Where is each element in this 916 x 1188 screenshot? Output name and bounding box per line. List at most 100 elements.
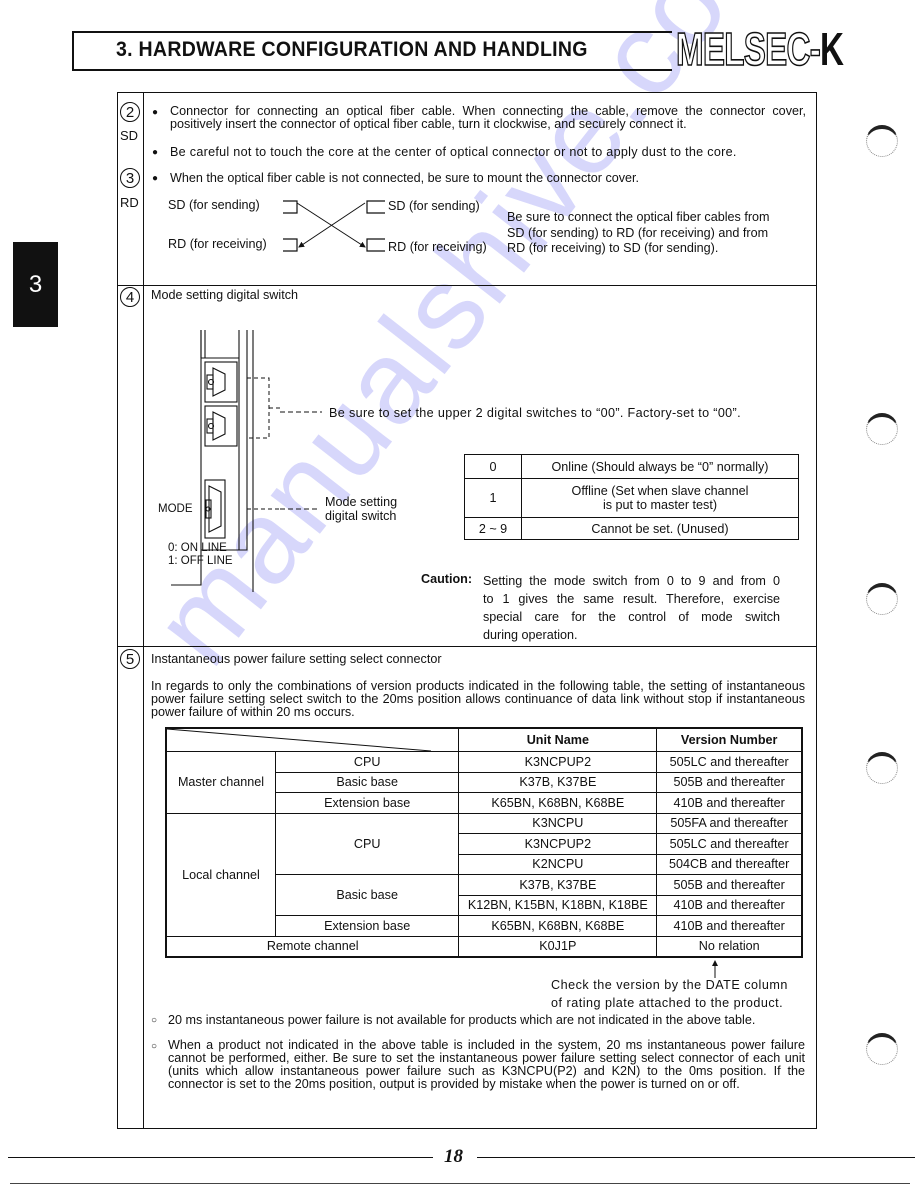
switch-upper-1-icon [204,361,238,403]
connection-note-line: Be sure to connect the optical fiber cab… [507,210,770,224]
table-row: Remote channel K0J1P No relation [165,935,803,958]
bullet-connector-cover: When the optical fiber cable is not conn… [152,171,639,186]
page-bottom-rule [10,1183,910,1184]
version-cell: 505LC and thereafter [656,751,803,773]
switch-upper-2-icon [204,405,238,447]
header-diagonal-cell [165,727,460,752]
group-master: Master channel [165,751,276,814]
unit-cell: K37B, K37BE [458,771,658,793]
unit-cell: K3NCPU [458,812,658,834]
section-number: 5 [120,649,140,669]
version-cell: 504CB and thereafter [656,853,803,875]
unit-cell: K65BN, K68BN, K68BE [458,792,658,814]
mode-value: 0 [464,454,522,479]
mode-desc: Online (Should always be “0” normally) [521,454,799,479]
caution-line: Setting the mode switch from 0 to 9 and … [483,574,780,588]
category-cell: CPU [274,751,460,773]
right-sd-connector-icon [366,200,385,214]
category-cell: Basic base [274,874,460,916]
header-version-number: Version Number [656,727,803,752]
up-arrow-icon [712,960,718,978]
caution-line: during operation. [483,628,578,642]
page-title: 3. HARDWARE CONFIGURATION AND HANDLING [116,38,588,61]
mode-table: 0 Online (Should always be “0” normally)… [464,454,799,540]
version-cell: 410B and thereafter [656,915,803,937]
mode-switch-label-line: digital switch [325,509,397,523]
connection-note-line: SD (for sending) to RD (for receiving) a… [507,225,769,240]
table-row: Master channel CPU K3NCPUP2 505LC and th… [165,751,803,814]
header-unit-name: Unit Name [458,727,658,752]
mode-legend: 0: ON LINE 1: OFF LINE [168,542,233,567]
version-cell: 410B and thereafter [656,894,803,916]
note-product-not-indicated: When a product not indicated in the abov… [151,1039,805,1091]
binder-hole-icon [866,413,898,445]
section-divider [117,285,817,286]
unit-cell: K65BN, K68BN, K68BE [458,915,658,937]
section-intro: In regards to only the combinations of v… [151,679,805,719]
chapter-tab: 3 [13,242,58,327]
section-tag-sd: SD [120,128,139,143]
bullet-connector: Connector for connecting an optical fibe… [152,105,806,131]
group-remote: Remote channel [165,935,460,958]
mode-desc: Offline (Set when slave channel is put t… [521,478,799,518]
mode-legend-offline: 1: OFF LINE [168,554,233,567]
mode-legend-online: 0: ON LINE [168,542,227,554]
footer-rule-right [477,1157,915,1158]
mode-switch-label-line: Mode setting [325,495,398,509]
table-row: 2 ~ 9 Cannot be set. (Unused) [464,517,799,540]
mode-desc-line: is put to master test) [602,498,718,512]
binder-hole-icon [866,125,898,157]
table-row: Local channel CPU K3NCPU 505FA and there… [165,812,803,937]
section-number: 2 [120,102,140,122]
section-divider [117,646,817,647]
unit-cell: K2NCPU [458,853,658,875]
right-rd-connector-icon [366,238,385,252]
brand-logo: MELSEC-K [675,23,844,75]
unit-cell: K0J1P [458,935,658,958]
category-cell: Basic base [274,771,460,793]
check-version-note-line: Check the version by the DATE column [551,978,788,992]
frame-column-divider [143,92,144,1129]
version-cell: 505LC and thereafter [656,833,803,855]
upper-switch-bracket [247,377,270,439]
section-tag-rd: RD [120,195,139,210]
diagonal-line [167,729,431,751]
footer-rule-left [8,1157,433,1158]
version-cell: No relation [656,935,803,958]
brand-logo-solid: K [820,23,844,75]
unit-cell: K3NCPUP2 [458,751,658,773]
table-header-row: Unit Name Version Number [165,727,803,752]
binder-hole-icon [866,1033,898,1065]
table-row: 0 Online (Should always be “0” normally) [464,454,799,479]
mode-label: MODE [158,503,193,515]
page-number: 18 [444,1146,463,1167]
mode-desc: Cannot be set. (Unused) [521,517,799,540]
check-version-note-line: of rating plate attached to the product. [551,995,784,1010]
left-sd-connector-icon [283,200,298,214]
mode-value: 2 ~ 9 [464,517,522,540]
left-rd-connector-icon [283,238,298,252]
version-table: Unit Name Version Number Master channel … [165,727,803,958]
caution-label: Caution: [421,572,473,586]
diagram-right-sd: SD (for sending) [388,199,480,213]
caution-line: special care for the control of mode swi… [483,610,780,624]
version-cell: 505FA and thereafter [656,812,803,834]
version-cell: 410B and thereafter [656,792,803,814]
mode-switch-label: Mode setting digital switch [325,495,397,523]
mode-note-leader [280,508,318,510]
bullet-core-warning: Be careful not to touch the core at the … [152,145,806,160]
section-number: 4 [120,287,140,307]
binder-hole-icon [866,752,898,784]
connection-note-line: RD (for receiving) to SD (for sending). [507,241,719,255]
category-cell: Extension base [274,915,460,937]
unit-cell: K3NCPUP2 [458,833,658,855]
mode-value: 1 [464,478,522,518]
diagram-right-rd: RD (for receiving) [388,240,487,254]
version-cell: 505B and thereafter [656,874,803,896]
diagram-left-sd: SD (for sending) [168,198,260,212]
unit-cell: K12BN, K15BN, K18BN, K18BE [458,894,658,916]
upper-note-leader [280,411,322,413]
caution-text: Setting the mode switch from 0 to 9 and … [483,572,780,644]
check-version-note: Check the version by the DATE column of … [551,977,788,1012]
table-row: 1 Offline (Set when slave channel is put… [464,478,799,518]
